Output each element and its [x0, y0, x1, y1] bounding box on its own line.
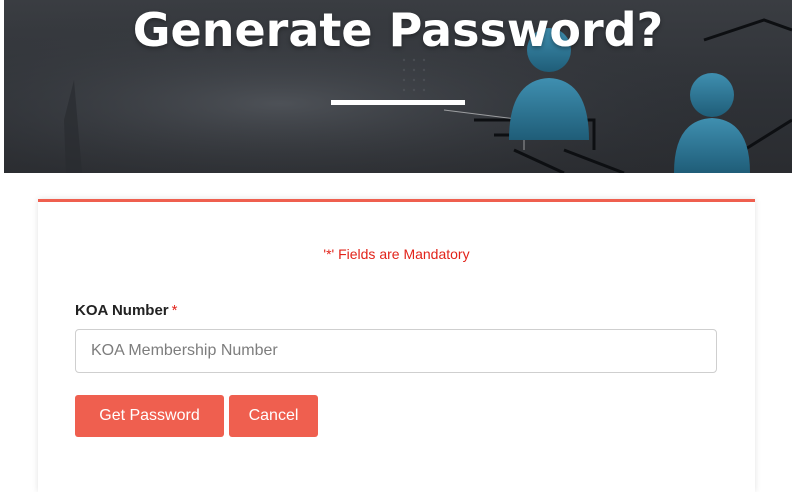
koa-number-label: KOA Number *	[75, 302, 177, 319]
title-underline	[331, 100, 465, 105]
mandatory-fields-note: '*' Fields are Mandatory	[323, 246, 470, 262]
koa-membership-number-input[interactable]	[75, 329, 717, 373]
required-marker: *	[171, 302, 178, 319]
get-password-button[interactable]: Get Password	[75, 395, 224, 437]
cancel-button[interactable]: Cancel	[229, 395, 318, 437]
generate-password-form: '*' Fields are Mandatory KOA Number* Get…	[38, 199, 755, 492]
koa-number-label-text: KOA Number	[75, 302, 169, 319]
hero-banner: Generate Password?	[4, 0, 792, 173]
page-title: Generate Password?	[132, 3, 664, 57]
